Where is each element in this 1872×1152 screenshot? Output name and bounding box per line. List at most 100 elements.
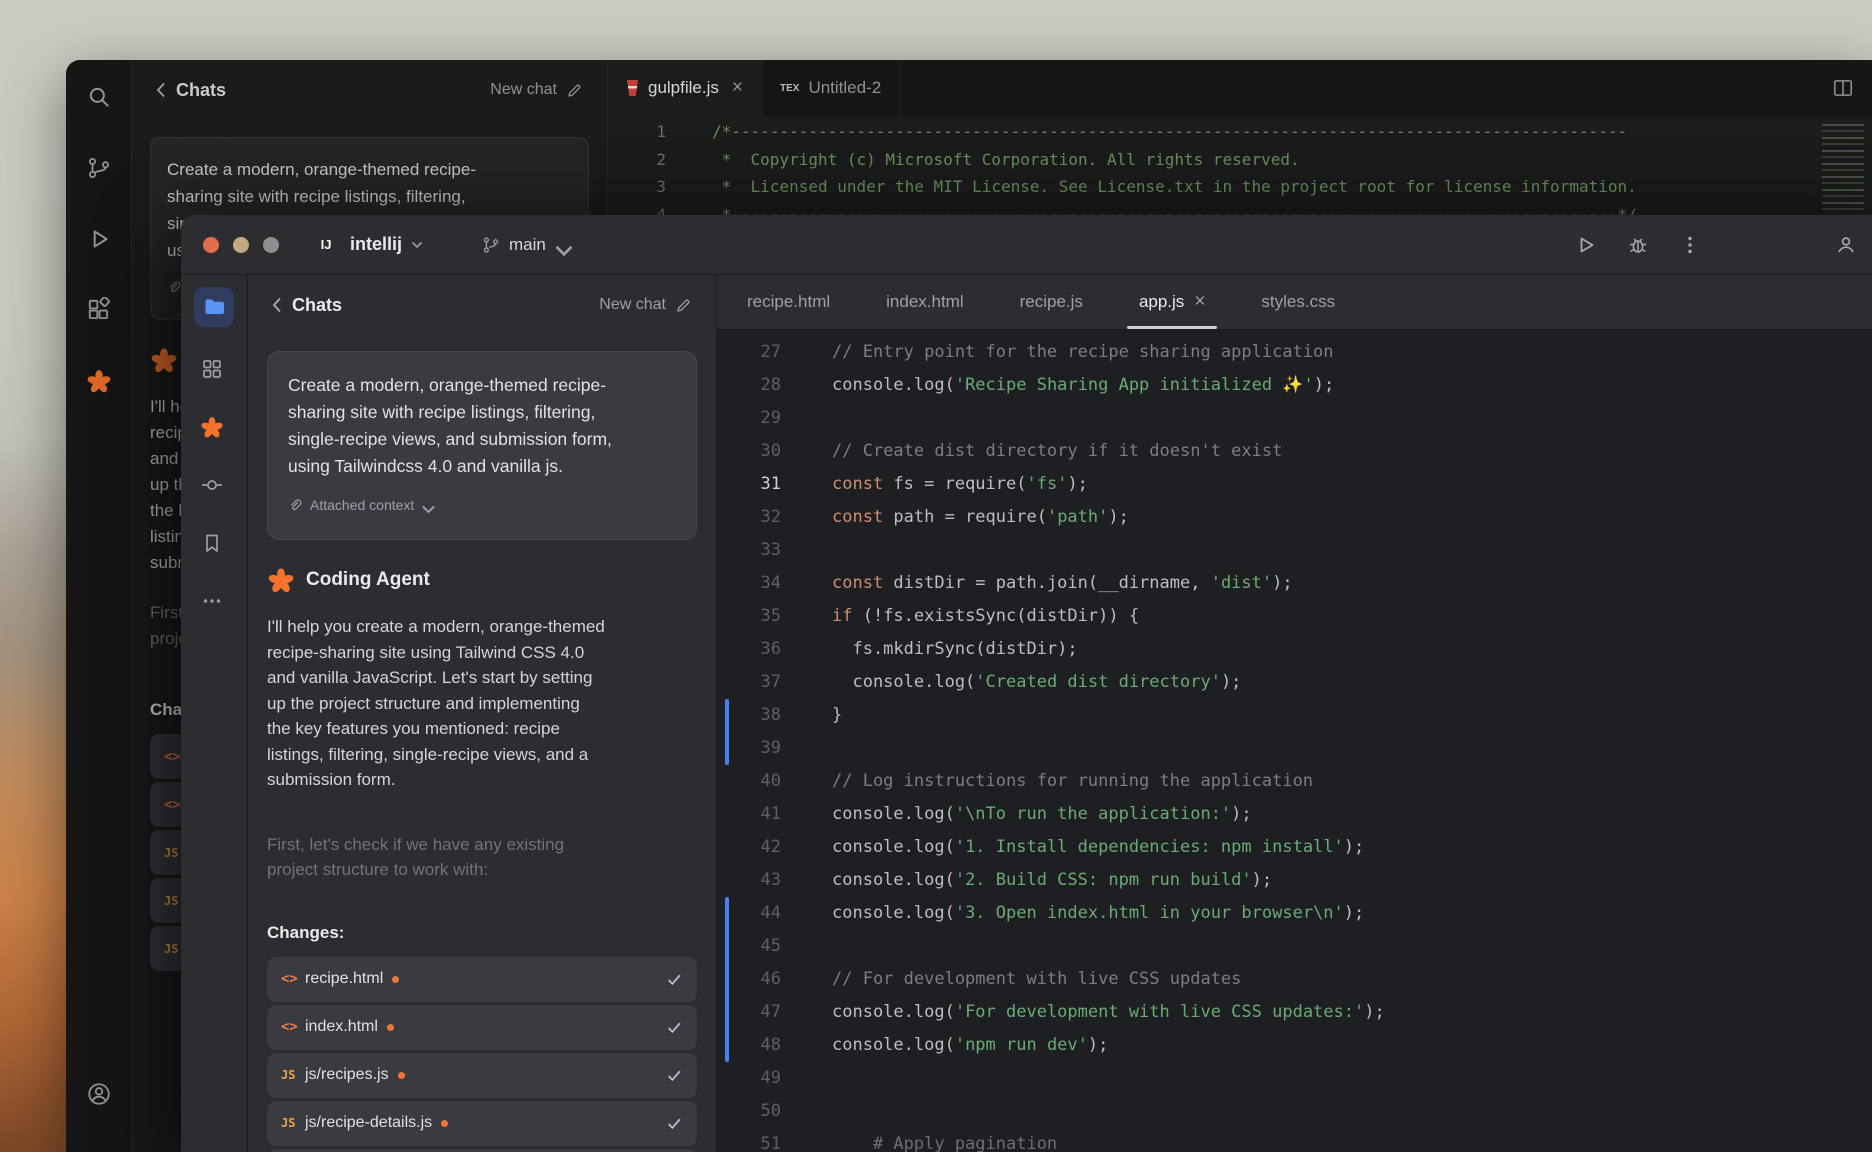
- line-number[interactable]: 51: [717, 1128, 801, 1152]
- line-number[interactable]: 43: [717, 864, 801, 897]
- user-icon[interactable]: [1834, 233, 1858, 257]
- line-number[interactable]: 2: [608, 146, 678, 174]
- line-number[interactable]: 42: [717, 831, 801, 864]
- more-icon[interactable]: [200, 589, 228, 617]
- change-row-index.html[interactable]: <>index.html: [267, 1005, 697, 1050]
- account-icon[interactable]: [86, 1081, 112, 1107]
- structure-grid-icon[interactable]: [200, 357, 228, 385]
- close-window-button[interactable]: [203, 237, 219, 253]
- editor-tab-recipe.html[interactable]: recipe.html: [723, 275, 854, 329]
- code-line[interactable]: 30// Create dist directory if it doesn't…: [717, 435, 1872, 468]
- zoom-window-button[interactable]: [263, 237, 279, 253]
- code-line[interactable]: 43console.log('2. Build CSS: npm run bui…: [717, 864, 1872, 897]
- more-vertical-icon[interactable]: [1678, 233, 1702, 257]
- code-line[interactable]: 33: [717, 534, 1872, 567]
- code-line[interactable]: 47console.log('For development with live…: [717, 996, 1872, 1029]
- line-number[interactable]: 44: [717, 897, 801, 930]
- change-row-partial[interactable]: JS: [267, 1149, 697, 1152]
- back-chevron-icon[interactable]: [272, 297, 282, 313]
- line-number[interactable]: 27: [717, 336, 801, 369]
- minimize-window-button[interactable]: [233, 237, 249, 253]
- line-number[interactable]: 30: [717, 435, 801, 468]
- line-number[interactable]: 33: [717, 534, 801, 567]
- line-number[interactable]: 47: [717, 996, 801, 1029]
- change-row-recipe.html[interactable]: <>recipe.html: [267, 957, 697, 1002]
- run-debug-icon[interactable]: [86, 226, 112, 252]
- ai-flower-icon[interactable]: [86, 368, 112, 394]
- editor-tab-Untitled-2[interactable]: TEXUntitled-2: [762, 60, 900, 116]
- code-line[interactable]: 50: [717, 1095, 1872, 1128]
- code-line[interactable]: 45: [717, 930, 1872, 963]
- editor-tab-index.html[interactable]: index.html: [862, 275, 987, 329]
- new-chat-button[interactable]: New chat: [490, 81, 583, 99]
- code-line[interactable]: 28console.log('Recipe Sharing App initia…: [717, 369, 1872, 402]
- debug-bug-icon[interactable]: [1626, 233, 1650, 257]
- search-icon[interactable]: [86, 84, 112, 110]
- project-widget[interactable]: IJ intellij: [311, 230, 423, 260]
- line-number[interactable]: 50: [717, 1095, 801, 1128]
- code-line[interactable]: 29: [717, 402, 1872, 435]
- line-number[interactable]: 3: [608, 173, 678, 201]
- code-line[interactable]: 36 fs.mkdirSync(distDir);: [717, 633, 1872, 666]
- title-bar[interactable]: IJ intellij main: [181, 215, 1872, 275]
- change-row-js/recipes.js[interactable]: JSjs/recipes.js: [267, 1053, 697, 1098]
- line-number[interactable]: 29: [717, 402, 801, 435]
- line-number[interactable]: 45: [717, 930, 801, 963]
- line-number[interactable]: 40: [717, 765, 801, 798]
- code-line[interactable]: 38}: [717, 699, 1872, 732]
- line-number[interactable]: 48: [717, 1029, 801, 1062]
- line-number[interactable]: 38: [717, 699, 801, 732]
- code-line[interactable]: 27// Entry point for the recipe sharing …: [717, 336, 1872, 369]
- editor-tab-app.js[interactable]: app.js×: [1115, 275, 1229, 329]
- code-line[interactable]: 49: [717, 1062, 1872, 1095]
- line-number[interactable]: 31: [717, 468, 801, 501]
- ai-flower-icon[interactable]: [200, 415, 228, 443]
- line-number[interactable]: 1: [608, 118, 678, 146]
- code-line[interactable]: 3 * Licensed under the MIT License. See …: [608, 173, 1872, 201]
- close-icon[interactable]: ×: [732, 77, 743, 99]
- gutter-change-marker[interactable]: [725, 897, 729, 1062]
- line-number[interactable]: 35: [717, 600, 801, 633]
- editor-tab-gulpfile.js[interactable]: gulpfile.js×: [608, 60, 762, 116]
- split-editor-icon[interactable]: [1832, 60, 1854, 116]
- code-line[interactable]: 35if (!fs.existsSync(distDir)) {: [717, 600, 1872, 633]
- change-row-js/recipe-details.js[interactable]: JSjs/recipe-details.js: [267, 1101, 697, 1146]
- gutter-change-marker[interactable]: [725, 699, 729, 765]
- close-icon[interactable]: ×: [1194, 291, 1205, 313]
- branch-widget[interactable]: main: [481, 235, 566, 255]
- line-number[interactable]: 41: [717, 798, 801, 831]
- code-line[interactable]: 1/*-------------------------------------…: [608, 118, 1872, 146]
- attached-context-chip[interactable]: Attached context: [288, 492, 676, 519]
- project-tool-button[interactable]: [194, 287, 234, 327]
- code-line[interactable]: 31const fs = require('fs');: [717, 468, 1872, 501]
- back-chevron-icon[interactable]: [156, 82, 166, 98]
- line-number[interactable]: 39: [717, 732, 801, 765]
- editor-tab-recipe.js[interactable]: recipe.js: [996, 275, 1107, 329]
- code-line[interactable]: 40// Log instructions for running the ap…: [717, 765, 1872, 798]
- code-line[interactable]: 34const distDir = path.join(__dirname, '…: [717, 567, 1872, 600]
- line-number[interactable]: 32: [717, 501, 801, 534]
- code-line[interactable]: 42console.log('1. Install dependencies: …: [717, 831, 1872, 864]
- code-line[interactable]: 51 # Apply pagination: [717, 1128, 1872, 1152]
- code-line[interactable]: 39: [717, 732, 1872, 765]
- commit-icon[interactable]: [200, 473, 228, 501]
- line-number[interactable]: 28: [717, 369, 801, 402]
- line-number[interactable]: 46: [717, 963, 801, 996]
- line-number[interactable]: 37: [717, 666, 801, 699]
- line-number[interactable]: 36: [717, 633, 801, 666]
- source-control-icon[interactable]: [86, 155, 112, 181]
- editor-tab-styles.css[interactable]: styles.css: [1237, 275, 1359, 329]
- code-line[interactable]: 48console.log('npm run dev');: [717, 1029, 1872, 1062]
- code-line[interactable]: 46// For development with live CSS updat…: [717, 963, 1872, 996]
- code-line[interactable]: 41console.log('\nTo run the application:…: [717, 798, 1872, 831]
- code-line[interactable]: 37 console.log('Created dist directory')…: [717, 666, 1872, 699]
- line-number[interactable]: 49: [717, 1062, 801, 1095]
- code-line[interactable]: 2 * Copyright (c) Microsoft Corporation.…: [608, 146, 1872, 174]
- code-line[interactable]: 44console.log('3. Open index.html in you…: [717, 897, 1872, 930]
- bookmarks-icon[interactable]: [200, 531, 228, 559]
- code-editor[interactable]: 27// Entry point for the recipe sharing …: [717, 330, 1872, 1152]
- new-chat-button[interactable]: New chat: [599, 296, 692, 314]
- extensions-icon[interactable]: [86, 297, 112, 323]
- run-icon[interactable]: [1574, 233, 1598, 257]
- code-line[interactable]: 32const path = require('path');: [717, 501, 1872, 534]
